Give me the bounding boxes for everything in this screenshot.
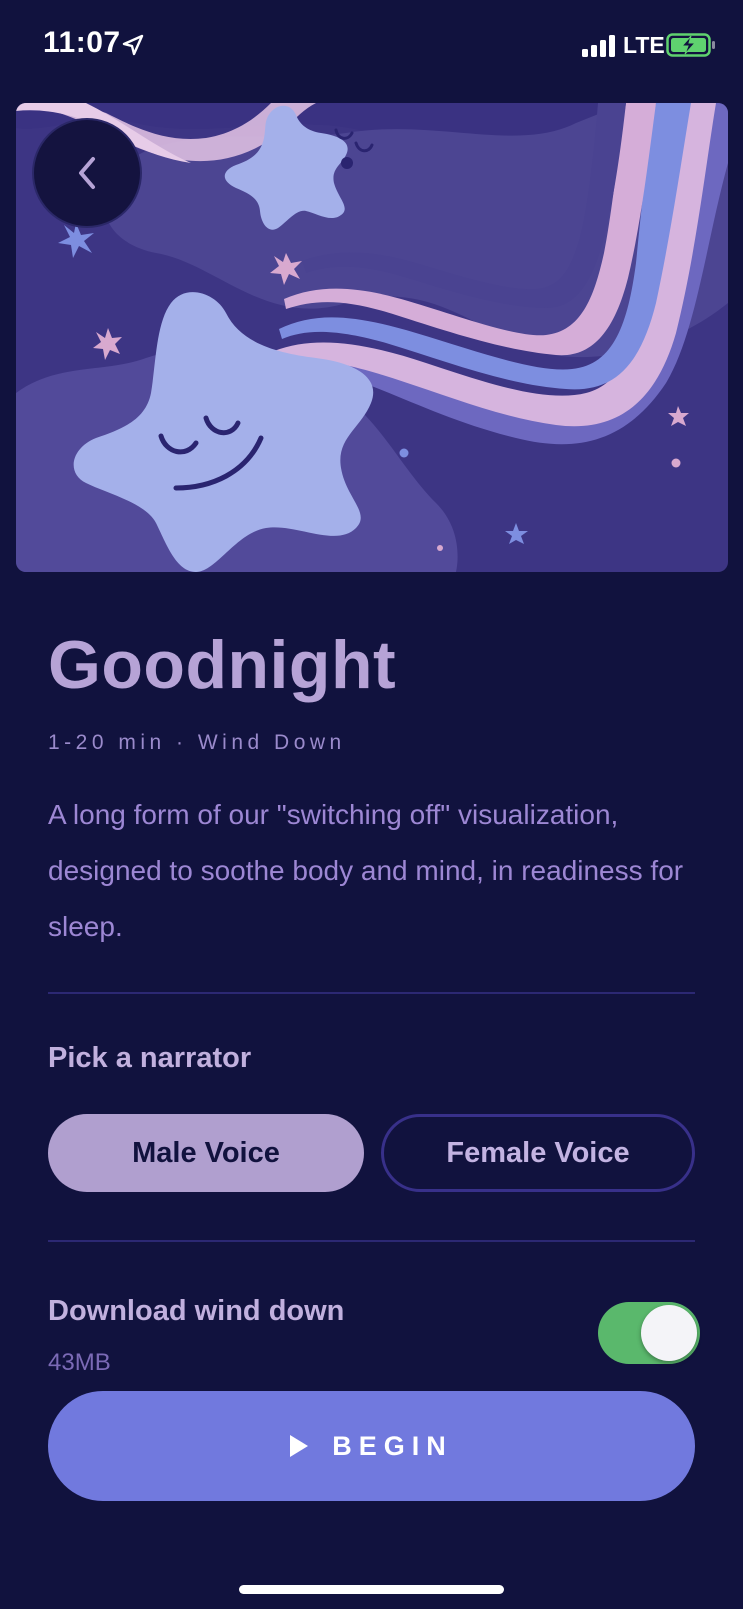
chevron-left-icon [79, 157, 95, 189]
page-title: Goodnight [48, 627, 397, 703]
cell-signal-icon [582, 35, 615, 57]
home-indicator [239, 1585, 504, 1594]
download-size: 43MB [48, 1349, 111, 1376]
narrator-label: Pick a narrator [48, 1042, 252, 1074]
network-type: LTE [623, 32, 665, 58]
download-label: Download wind down [48, 1295, 345, 1327]
location-arrow-icon [122, 34, 144, 56]
begin-label: BEGIN [332, 1430, 453, 1461]
divider [48, 1240, 695, 1242]
play-icon [290, 1435, 309, 1457]
divider [48, 992, 695, 994]
status-bar: 11:07 LTE [0, 0, 743, 90]
toggle-knob [641, 1305, 697, 1361]
duration-category: 1-20 min · Wind Down [48, 731, 346, 754]
download-toggle[interactable] [598, 1302, 700, 1364]
female-voice-button[interactable]: Female Voice [381, 1114, 695, 1192]
description: A long form of our "switching off" visua… [48, 799, 684, 942]
back-button[interactable] [32, 118, 142, 228]
battery-charging-icon [666, 33, 715, 57]
status-time: 11:07 [43, 26, 121, 59]
male-voice-button[interactable]: Male Voice [48, 1114, 364, 1192]
begin-button[interactable]: BEGIN [48, 1391, 695, 1501]
